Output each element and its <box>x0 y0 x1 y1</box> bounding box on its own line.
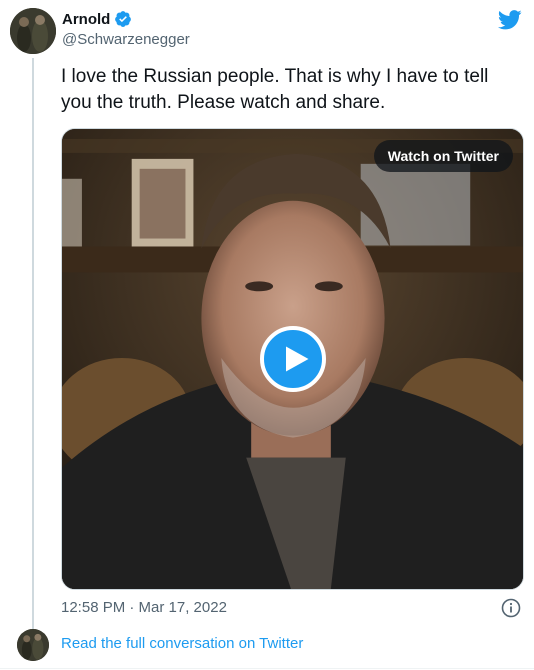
author-handle[interactable]: @Schwarzenegger <box>62 31 190 48</box>
play-icon <box>285 346 308 372</box>
avatar-image <box>17 629 49 661</box>
author-name[interactable]: Arnold <box>62 11 110 28</box>
info-icon[interactable] <box>501 598 521 618</box>
watch-on-twitter-button[interactable]: Watch on Twitter <box>373 140 513 172</box>
tweet-header: Arnold @Schwarzenegger <box>62 10 190 49</box>
play-button[interactable] <box>260 326 326 392</box>
twitter-bird-icon[interactable] <box>497 10 522 30</box>
verified-badge-icon <box>114 10 132 28</box>
footer-avatar[interactable] <box>17 629 49 661</box>
tweet-text: I love the Russian people. That is why I… <box>61 66 489 113</box>
avatar-image <box>10 8 56 54</box>
tweet-timestamp[interactable]: 12:58 PM · Mar 17, 2022 <box>61 599 227 616</box>
video-thumbnail[interactable]: Watch on Twitter <box>61 128 524 590</box>
bottom-divider <box>0 668 534 669</box>
thread-line <box>32 58 34 630</box>
author-avatar[interactable] <box>10 8 56 54</box>
read-conversation-link[interactable]: Read the full conversation on Twitter <box>61 635 303 652</box>
